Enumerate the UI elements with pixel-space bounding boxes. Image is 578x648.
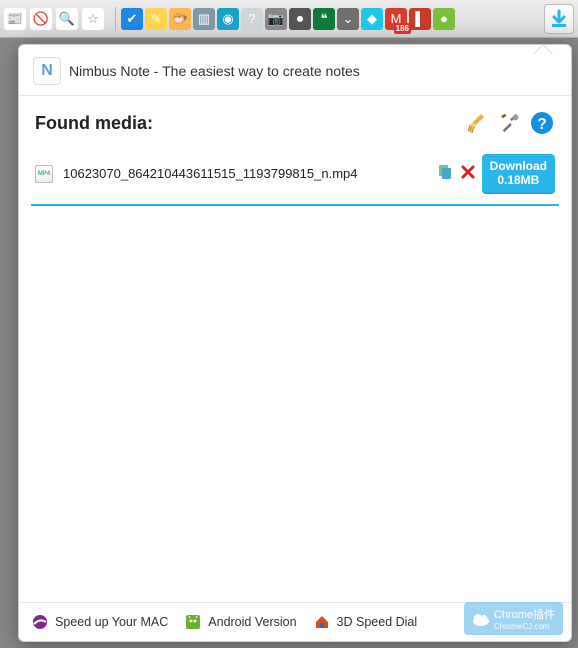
footer-link-speedup[interactable]: Speed up Your MAC — [31, 613, 168, 631]
toolbar-left-group: 📰🚫🔍☆ — [4, 8, 110, 30]
check-icon[interactable]: ✔ — [121, 8, 143, 30]
tray-icon[interactable]: ▥ — [193, 8, 215, 30]
footer-link-label: Android Version — [208, 615, 296, 629]
footer-link-label: 3D Speed Dial — [337, 615, 418, 629]
footer-link-label: Speed up Your MAC — [55, 615, 168, 629]
mail-icon[interactable]: M186 — [385, 8, 407, 30]
page-title: Found media: — [35, 113, 153, 134]
watermark-title: Chrome插件 — [494, 606, 555, 622]
blowfish-icon[interactable]: 🐡 — [169, 8, 191, 30]
row-actions: Download 0.18MB — [436, 154, 555, 194]
eye-icon[interactable]: ◉ — [217, 8, 239, 30]
star-icon[interactable]: ☆ — [82, 8, 104, 30]
watermark-subtitle: ChromeCJ.com — [494, 622, 555, 631]
extension-popup: N Nimbus Note - The easiest way to creat… — [18, 44, 572, 642]
dot-icon[interactable]: ● — [433, 8, 455, 30]
cloud-icon — [472, 612, 490, 626]
pocket-icon[interactable]: ⌄ — [337, 8, 359, 30]
promo-text: Nimbus Note - The easiest way to create … — [69, 63, 360, 79]
close-icon — [460, 164, 476, 180]
clear-button[interactable] — [465, 110, 491, 136]
camera-icon[interactable]: 📷 — [265, 8, 287, 30]
file-name: 10623070_864210443611515_1193799815_n.mp… — [63, 166, 426, 181]
extensions-group: ✔✎🐡▥◉?📷⏺❝⌄◆M186▌● — [121, 8, 541, 30]
remove-button[interactable] — [460, 164, 476, 183]
record-icon[interactable]: ⏺ — [289, 8, 311, 30]
media-row: MP4 10623070_864210443611515_1193799815_… — [31, 144, 559, 206]
svg-text:?: ? — [537, 116, 547, 133]
download-arrow-icon — [549, 9, 569, 29]
footer: Speed up Your MAC Android Version 3D Spe… — [19, 602, 571, 641]
active-extension-button[interactable] — [544, 4, 574, 34]
android-icon — [184, 613, 202, 631]
copy-button[interactable] — [436, 163, 454, 184]
tools-icon — [499, 112, 521, 134]
help-icon: ? — [530, 111, 554, 135]
footer-link-android[interactable]: Android Version — [184, 613, 296, 631]
footer-link-speeddial[interactable]: 3D Speed Dial — [313, 613, 418, 631]
hangouts-icon[interactable]: ❝ — [313, 8, 335, 30]
header-actions: ? — [465, 110, 555, 136]
promo-bar[interactable]: N Nimbus Note - The easiest way to creat… — [19, 45, 571, 96]
block-icon[interactable]: 🚫 — [30, 8, 52, 30]
download-label: Download — [490, 160, 547, 174]
download-size: 0.18MB — [490, 174, 547, 188]
diamond-icon[interactable]: ◆ — [361, 8, 383, 30]
header-row: Found media: ? — [19, 96, 571, 144]
book-icon[interactable]: ▌ — [409, 8, 431, 30]
video-file-icon: MP4 — [35, 165, 53, 183]
settings-button[interactable] — [497, 110, 523, 136]
toolbar-separator — [115, 7, 116, 31]
watermark: Chrome插件 ChromeCJ.com — [464, 602, 563, 635]
copy-icon — [436, 163, 454, 181]
help-button[interactable]: ? — [529, 110, 555, 136]
broom-icon — [466, 111, 490, 135]
download-button[interactable]: Download 0.18MB — [482, 154, 555, 194]
browser-toolbar: 📰🚫🔍☆ ✔✎🐡▥◉?📷⏺❝⌄◆M186▌● — [0, 0, 578, 38]
globe-icon — [31, 613, 49, 631]
media-list: MP4 10623070_864210443611515_1193799815_… — [19, 144, 571, 602]
house-icon — [313, 613, 331, 631]
note-icon[interactable]: ✎ — [145, 8, 167, 30]
zoom-out-icon[interactable]: 🔍 — [56, 8, 78, 30]
news-icon[interactable]: 📰 — [4, 8, 26, 30]
nimbus-logo-icon: N — [33, 57, 61, 85]
help-icon[interactable]: ? — [241, 8, 263, 30]
